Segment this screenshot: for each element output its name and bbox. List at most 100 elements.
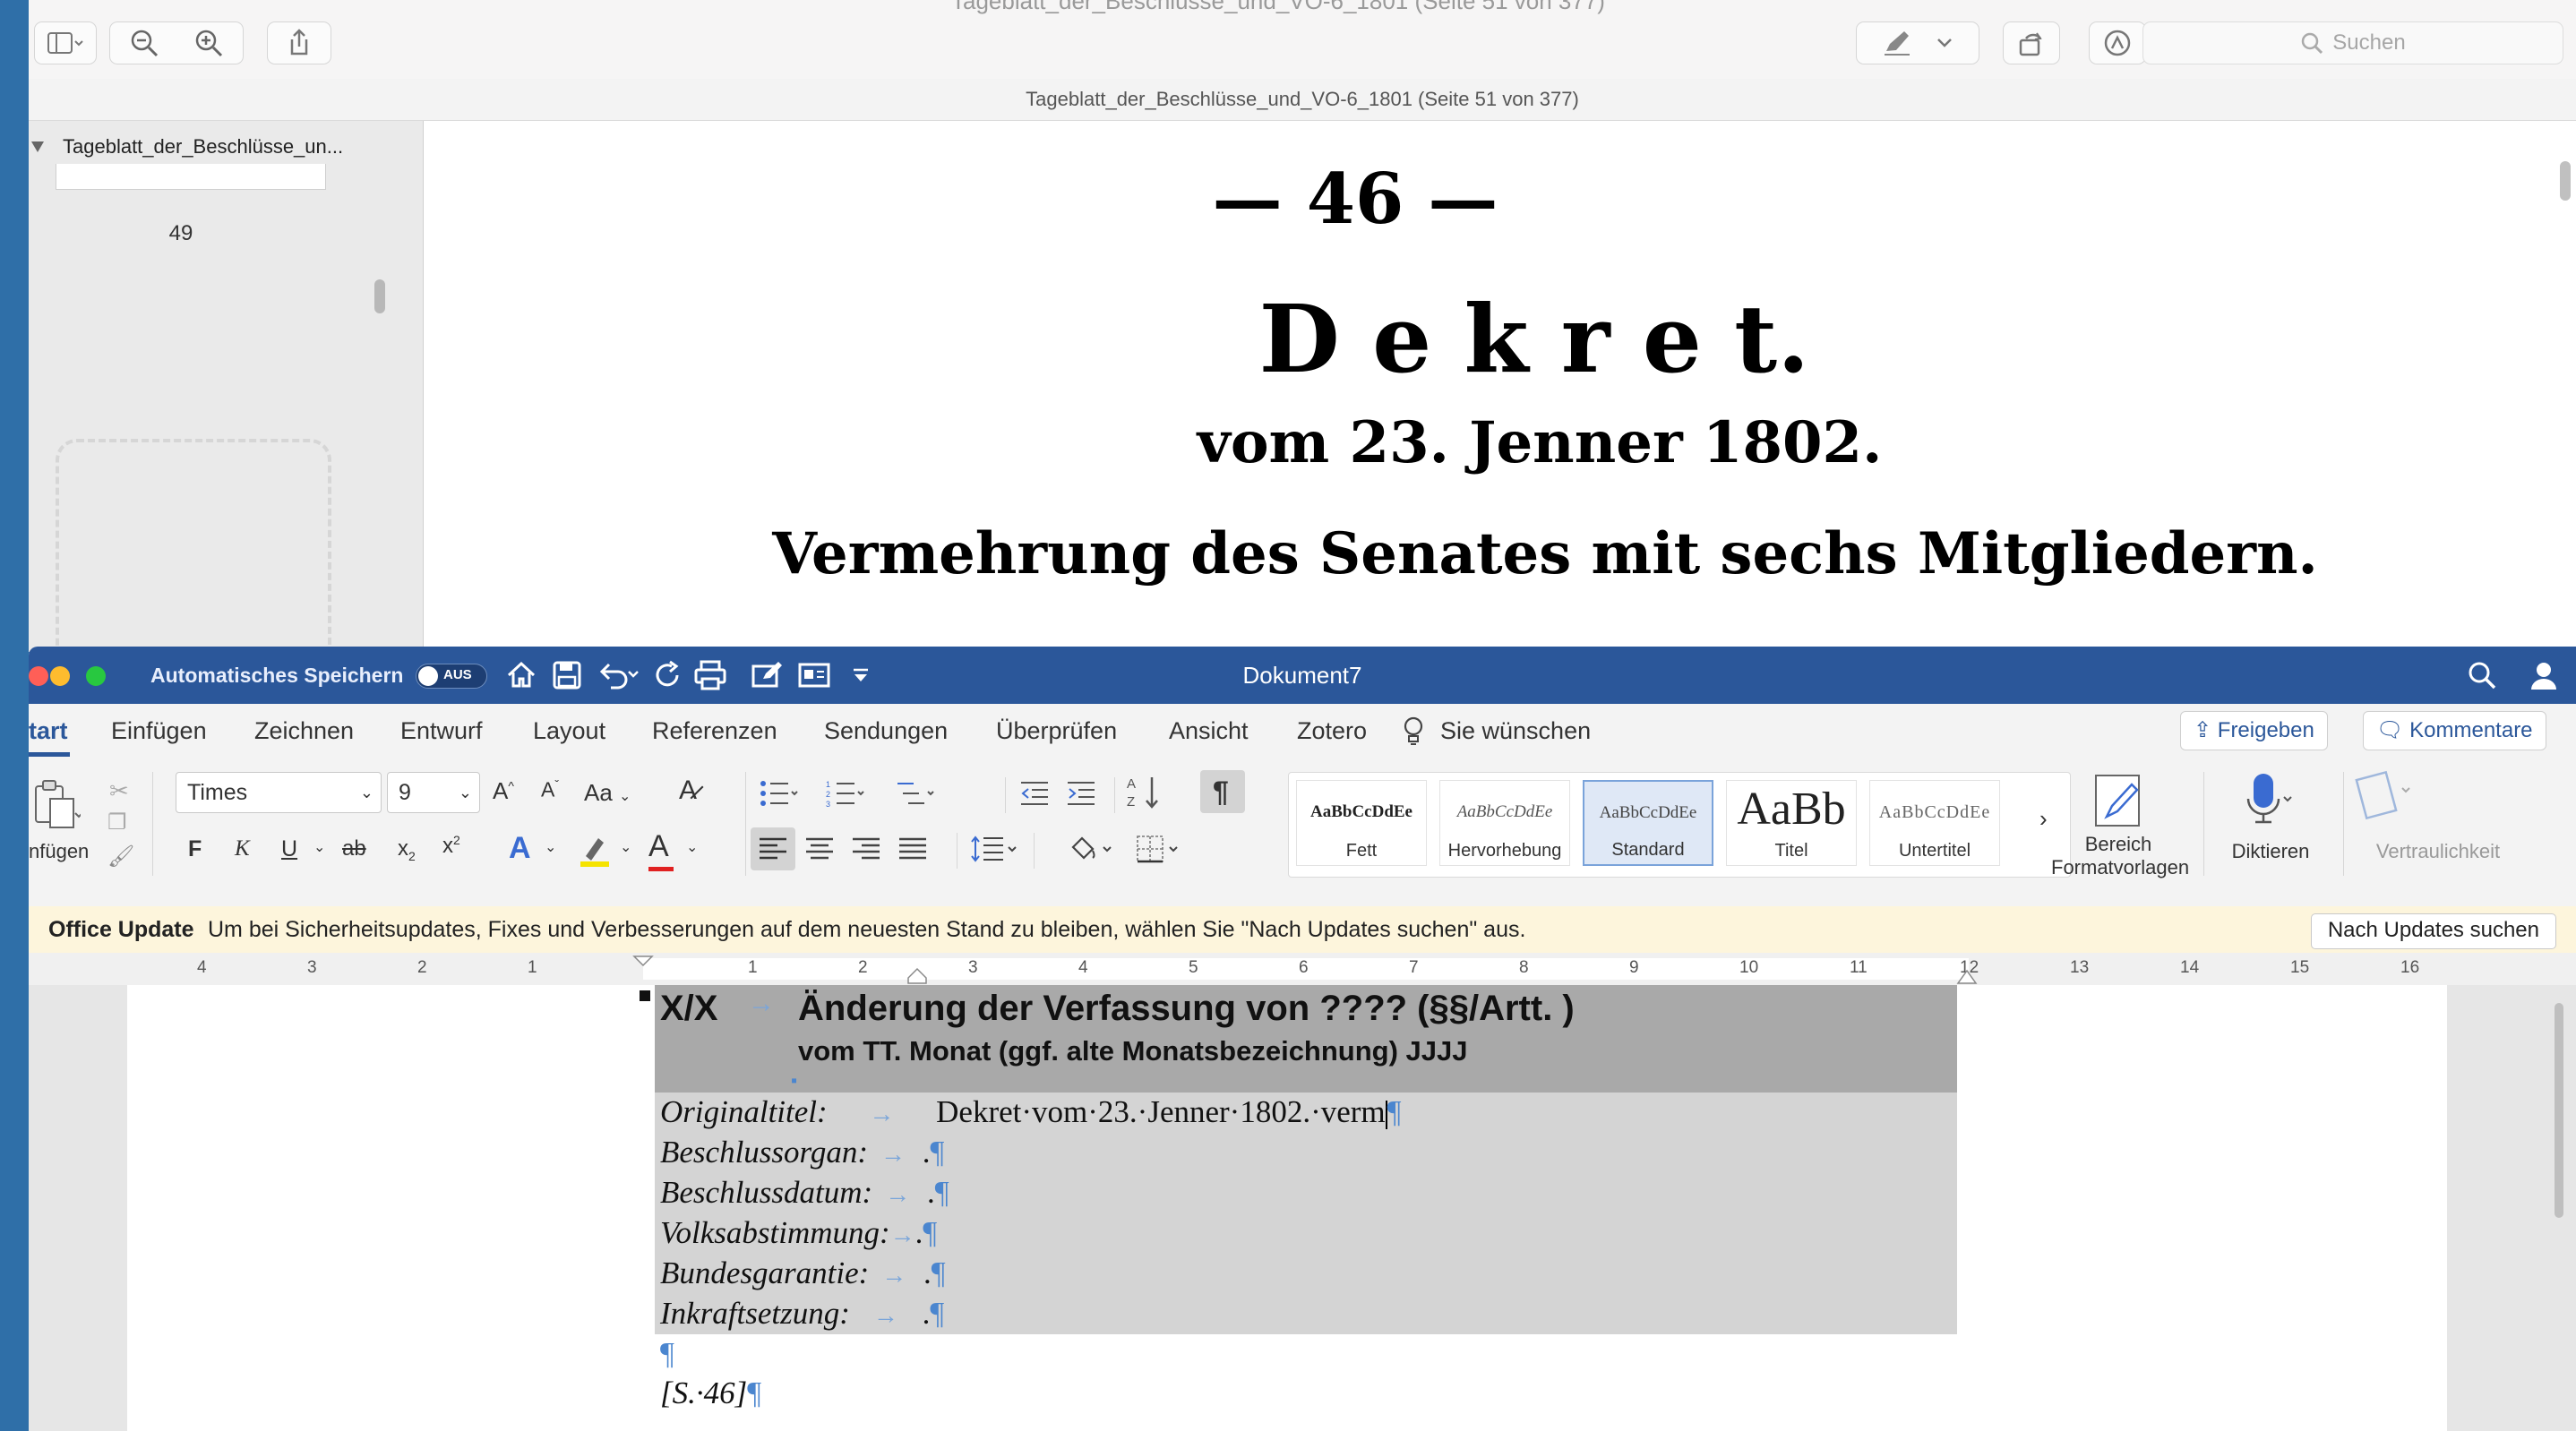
tab-referenzen[interactable]: Referenzen	[652, 704, 777, 758]
bullet-list-icon[interactable]	[760, 779, 799, 808]
first-line-indent-marker[interactable]	[632, 955, 654, 967]
zoom-in-icon[interactable]	[193, 28, 224, 58]
share-document-button[interactable]: ⇪ Freigeben	[2180, 711, 2328, 750]
shading-icon[interactable]	[1069, 835, 1116, 863]
bold-button[interactable]: F	[188, 836, 202, 862]
check-for-updates-button[interactable]: Nach Updates suchen	[2310, 913, 2556, 949]
autosave-toggle[interactable]: AUS	[416, 664, 487, 689]
share-button[interactable]	[267, 21, 331, 64]
microphone-icon[interactable]	[2241, 770, 2295, 829]
align-left-button[interactable]	[751, 827, 795, 870]
styles-pane-icon[interactable]	[2089, 772, 2148, 827]
dictate-label[interactable]: Diktieren	[2221, 840, 2320, 863]
chevron-down-icon[interactable]: ⌄	[686, 838, 698, 856]
minimize-window-button[interactable]	[50, 666, 70, 686]
font-size-select[interactable]: 9 ⌄	[387, 772, 480, 813]
print-icon[interactable]	[693, 657, 727, 693]
chevron-down-icon[interactable]: ⌄	[545, 838, 556, 856]
save-icon[interactable]	[552, 657, 582, 693]
style-titel[interactable]: AaBb Titel	[1726, 780, 1857, 866]
style-untertitel[interactable]: AaBbCcDdEe Untertitel	[1869, 780, 2000, 866]
right-indent-marker[interactable]	[1956, 967, 1978, 985]
search-field[interactable]: Suchen	[2142, 21, 2563, 64]
account-icon[interactable]	[2526, 657, 2562, 693]
subscript-button[interactable]: x2	[398, 836, 416, 863]
underline-button[interactable]: U	[281, 836, 297, 862]
chevron-down-icon[interactable]: ⌄	[313, 838, 325, 856]
tab-stop-marker[interactable]	[906, 967, 928, 985]
tab-layout[interactable]: Layout	[533, 704, 605, 758]
page-thumbnail[interactable]	[56, 164, 326, 190]
field-bundesgarantie[interactable]: Bundesgarantie: → .¶	[660, 1255, 946, 1291]
strikethrough-button[interactable]: ab	[342, 836, 366, 861]
grow-font-icon[interactable]: A^	[493, 777, 514, 805]
multilevel-list-icon[interactable]	[896, 779, 935, 808]
paste-clipboard-icon[interactable]	[32, 777, 81, 829]
font-name-select[interactable]: Times ⌄	[176, 772, 382, 813]
align-right-icon[interactable]	[853, 836, 880, 861]
numbered-list-icon[interactable]: 123	[826, 779, 865, 808]
tab-sendungen[interactable]: Sendungen	[824, 704, 948, 758]
document-scrollbar[interactable]	[2555, 1003, 2563, 1218]
field-inkraftsetzung[interactable]: Inkraftsetzung: → .¶	[660, 1296, 944, 1332]
tell-me-search[interactable]: Sie wünschen	[1440, 704, 1591, 758]
annotate-button[interactable]	[2089, 21, 2146, 64]
zoom-window-button[interactable]	[86, 666, 106, 686]
tab-zeichnen[interactable]: Zeichnen	[254, 704, 354, 758]
superscript-button[interactable]: x2	[442, 833, 460, 859]
field-beschlussorgan[interactable]: Beschlussorgan: → .¶	[660, 1135, 944, 1170]
tab-start[interactable]: tart	[29, 704, 68, 758]
sidebar-toggle-button[interactable]	[34, 21, 97, 64]
tab-ansicht[interactable]: Ansicht	[1169, 704, 1249, 758]
tab-einfuegen[interactable]: Einfügen	[111, 704, 207, 758]
sensitivity-label[interactable]: Vertraulichkeit	[2357, 840, 2519, 863]
style-fett[interactable]: AaBbCcDdEe Fett	[1296, 780, 1427, 866]
align-center-icon[interactable]	[806, 836, 833, 861]
styles-pane-label[interactable]: Bereich Formatvorlagen	[2051, 833, 2189, 879]
zoom-out-icon[interactable]	[129, 28, 159, 58]
layout-view-icon[interactable]	[797, 657, 831, 693]
text-effects-icon[interactable]: A	[509, 831, 531, 866]
line-spacing-icon[interactable]	[971, 835, 1018, 863]
borders-icon[interactable]	[1136, 835, 1182, 863]
italic-button[interactable]: K	[235, 836, 250, 861]
field-beschlussdatum[interactable]: Beschlussdatum: → .¶	[660, 1175, 949, 1211]
redo-icon[interactable]	[652, 657, 684, 693]
comments-button[interactable]: 🗨 Kommentare	[2363, 711, 2546, 750]
page-reference[interactable]: [S.·46]¶	[660, 1375, 761, 1411]
undo-icon[interactable]	[595, 657, 641, 693]
page-scrollbar[interactable]	[2560, 161, 2571, 201]
customize-toolbar-icon[interactable]	[851, 657, 871, 693]
field-originaltitel[interactable]: Originaltitel: → Dekret·vom·23.·Jenner·1…	[660, 1094, 1402, 1130]
home-icon[interactable]	[505, 657, 537, 693]
paste-label[interactable]: nfügen	[29, 840, 89, 863]
show-formatting-marks-button[interactable]: ¶	[1200, 770, 1245, 813]
disclosure-triangle-icon[interactable]	[30, 141, 45, 153]
document-page[interactable]: X/X → Änderung der Verfassung von ???? (…	[127, 985, 2447, 1431]
increase-indent-icon[interactable]	[1066, 779, 1096, 808]
cut-icon[interactable]: ✂	[109, 777, 129, 805]
tab-entwurf[interactable]: Entwurf	[400, 704, 483, 758]
tab-zotero[interactable]: Zotero	[1297, 704, 1367, 758]
decrease-indent-icon[interactable]	[1019, 779, 1050, 808]
style-standard[interactable]: AaBbCcDdEe Standard	[1583, 780, 1713, 866]
highlighter-icon[interactable]	[579, 833, 611, 869]
sensitivity-icon[interactable]	[2354, 768, 2415, 824]
font-color-icon[interactable]: A	[648, 829, 674, 871]
clear-formatting-icon[interactable]: A̷	[679, 775, 697, 806]
sidebar-document-row[interactable]: Tageblatt_der_Beschlüsse_un...	[29, 130, 387, 164]
sort-icon[interactable]: AZ	[1127, 774, 1163, 811]
edit-document-icon[interactable]	[751, 657, 785, 693]
close-window-button[interactable]	[29, 666, 48, 686]
sidebar-scrollbar[interactable]	[374, 279, 385, 313]
search-icon[interactable]	[2467, 657, 2497, 693]
justify-icon[interactable]	[899, 836, 926, 861]
shrink-font-icon[interactable]: Aˇ	[541, 777, 559, 802]
copy-icon[interactable]: ❐	[107, 810, 127, 835]
empty-paragraph[interactable]: ¶	[660, 1336, 674, 1372]
style-hervorhebung[interactable]: AaBbCcDdEe Hervorhebung	[1439, 780, 1570, 866]
field-volksabstimmung[interactable]: Volksabstimmung:→.¶	[660, 1215, 937, 1251]
change-case-button[interactable]: Aa ⌄	[584, 779, 631, 807]
format-painter-icon[interactable]: 🖌	[107, 844, 134, 870]
gallery-next-icon[interactable]: ›	[2039, 805, 2048, 833]
